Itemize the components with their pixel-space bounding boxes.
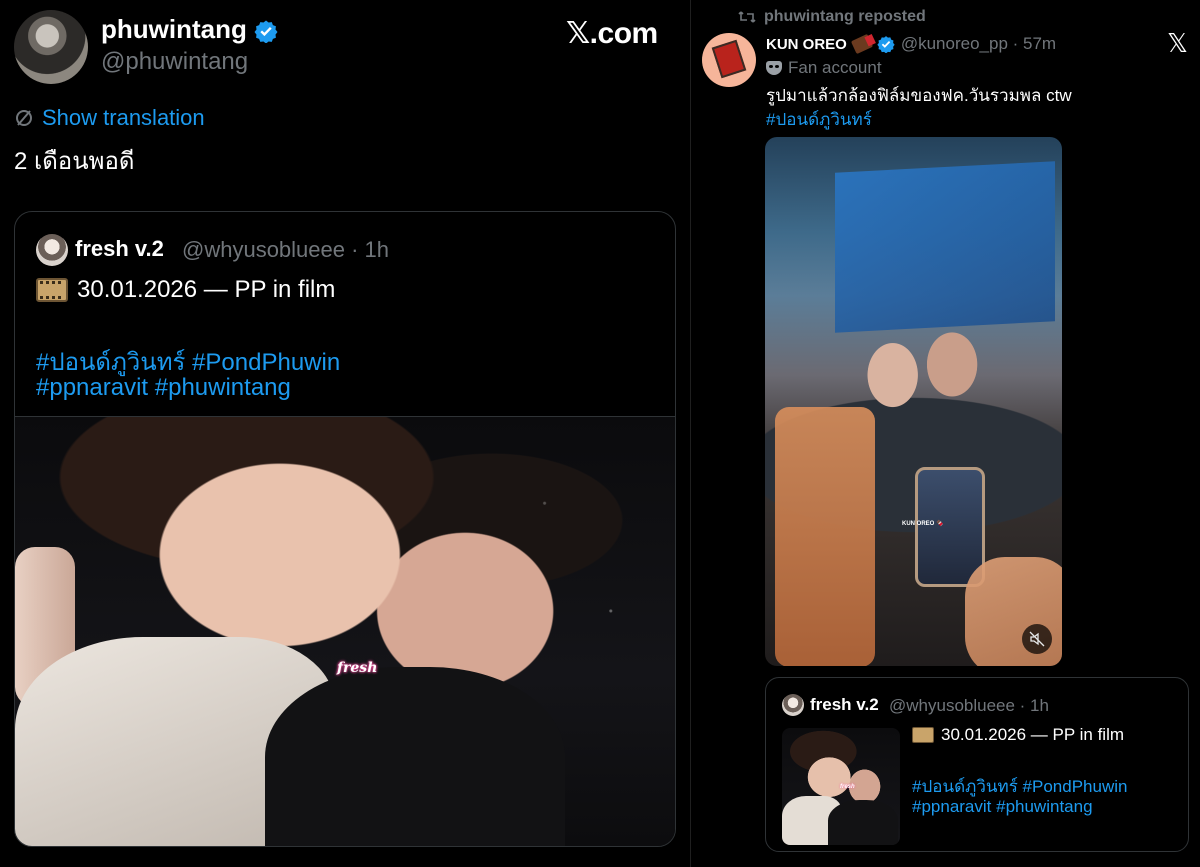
photo-black-shirt <box>265 667 565 846</box>
quoted-author-avatar[interactable] <box>36 234 68 266</box>
quoted-author-name[interactable]: fresh v.2 <box>75 236 164 262</box>
quoted-text: 30.01.2026 — PP in film <box>77 276 336 303</box>
video-stage-screen <box>835 161 1055 333</box>
show-translation-link[interactable]: Show translation <box>14 104 205 132</box>
mute-button[interactable] <box>1022 624 1052 654</box>
author-handle-time[interactable]: @kunoreo_pp · 57m <box>901 34 1056 54</box>
photo-watermark: fresh <box>337 660 378 676</box>
fan-account-label-row: Fan account <box>766 57 882 79</box>
tweet-hashtag[interactable]: #ปอนด์ภูวินทร์ <box>766 106 872 133</box>
tweet-video[interactable]: KUN OREO 🍫 <box>765 137 1062 666</box>
thumb-watermark: fresh <box>840 784 855 790</box>
show-translation-label[interactable]: Show translation <box>42 105 205 131</box>
author-name-row[interactable]: KUN OREO @kunoreo_pp · 57m <box>766 32 1056 56</box>
mute-icon <box>1029 631 1045 647</box>
x-logo-icon: 𝕏 <box>1167 28 1188 58</box>
tweet-text: รูปมาแล้วกล้องฟิล์มของฟค.วันรวมพล ctw <box>766 86 1072 105</box>
quoted-hashtags-line2[interactable]: #ppnaravit #phuwintang <box>912 797 1093 817</box>
author-name[interactable]: phuwintang <box>101 14 247 44</box>
thumb-black-shirt <box>828 800 898 845</box>
quoted-text-line: 30.01.2026 — PP in film <box>912 724 1124 746</box>
film-emoji-icon <box>912 727 934 743</box>
right-tweet: phuwintang reposted KUN OREO @kunoreo_pp… <box>691 0 1200 867</box>
quoted-text-line: 30.01.2026 — PP in film <box>36 275 335 305</box>
quoted-handle-time[interactable]: @whyusoblueee · 1h <box>889 696 1049 716</box>
verified-badge-icon <box>877 36 895 53</box>
translate-icon <box>16 110 32 126</box>
chocolate-emoji-icon <box>850 33 873 55</box>
video-phone-foreground <box>775 407 875 666</box>
repost-label[interactable]: phuwintang reposted <box>764 8 926 26</box>
author-avatar[interactable] <box>702 33 756 87</box>
repost-header[interactable]: phuwintang reposted <box>738 6 926 28</box>
quoted-text: 30.01.2026 — PP in film <box>941 725 1125 744</box>
author-name[interactable]: KUN OREO <box>766 36 847 53</box>
quoted-author-avatar[interactable] <box>782 694 804 716</box>
verified-badge-icon <box>254 20 278 44</box>
mask-emoji-icon <box>766 61 782 75</box>
fan-account-label: Fan account <box>788 58 882 77</box>
author-handle[interactable]: @phuwintang <box>101 48 248 76</box>
quoted-handle-time[interactable]: @whyusoblueee · 1h <box>182 237 389 263</box>
left-tweet: phuwintang @phuwintang 𝕏.com Show transl… <box>0 0 690 867</box>
quoted-tweet-card[interactable]: fresh v.2 @whyusoblueee · 1h fresh 30.01… <box>765 677 1189 852</box>
quoted-photo-thumbnail[interactable]: fresh <box>782 728 900 845</box>
author-name-row[interactable]: phuwintang <box>101 14 278 45</box>
quoted-tweet-card[interactable]: fresh v.2 @whyusoblueee · 1h 30.01.2026 … <box>14 211 676 847</box>
repost-icon <box>738 11 756 23</box>
video-watermark: KUN OREO 🍫 <box>902 521 944 527</box>
film-emoji-icon <box>36 278 68 302</box>
quoted-photo[interactable]: fresh <box>15 416 675 846</box>
x-com-logo: 𝕏.com <box>566 17 658 50</box>
tweet-text: 2 เดือนพอดี <box>14 148 135 175</box>
quoted-hashtags-line1[interactable]: #ปอนด์ภูวินทร์ #PondPhuwin <box>912 773 1127 800</box>
quoted-author-name[interactable]: fresh v.2 <box>810 695 879 715</box>
author-avatar[interactable] <box>14 10 88 84</box>
quoted-hashtags-line2[interactable]: #ppnaravit #phuwintang <box>36 374 291 402</box>
